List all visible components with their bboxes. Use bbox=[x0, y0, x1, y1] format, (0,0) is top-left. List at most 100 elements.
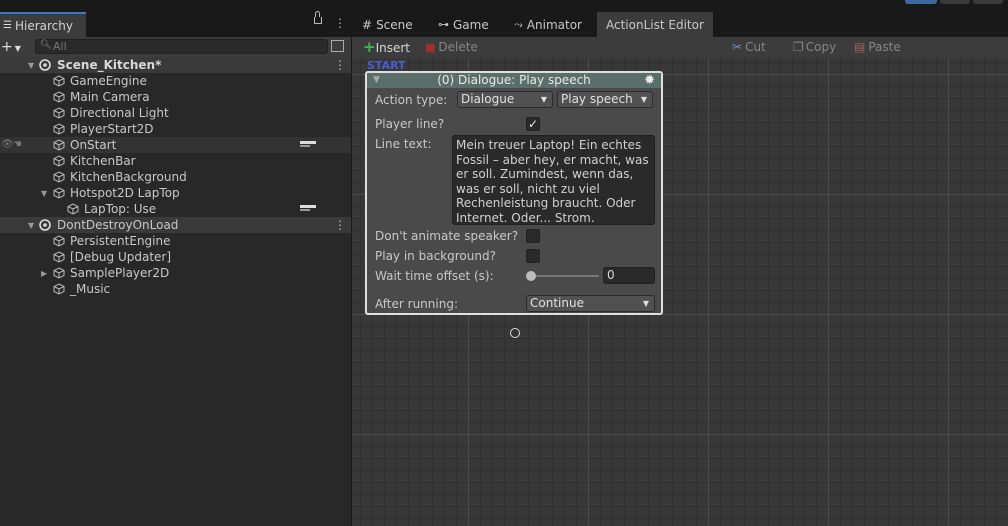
tree-row[interactable]: PlayerStart2D bbox=[0, 121, 351, 137]
gameobject-cube-icon bbox=[53, 155, 65, 167]
wait-offset-slider-knob[interactable] bbox=[526, 271, 536, 281]
after-running-value: Continue bbox=[530, 296, 584, 310]
paste-button[interactable]: ▤ Paste bbox=[854, 37, 901, 58]
line-text-label: Line text: bbox=[375, 137, 432, 151]
line-text-area[interactable]: Mein treuer Laptop! Ein echtes Fossil – … bbox=[452, 135, 655, 225]
tree-row[interactable]: LapTop: Use bbox=[0, 201, 351, 217]
tree-row[interactable]: ▼ Hotspot2D LapTop bbox=[0, 185, 351, 201]
tree-row-label: PersistentEngine bbox=[70, 234, 171, 248]
delete-button[interactable]: ■ Delete bbox=[425, 37, 478, 58]
lock-icon[interactable] bbox=[314, 11, 322, 24]
top-button[interactable] bbox=[940, 0, 970, 4]
action-name-dropdown[interactable]: Play speech ▼ bbox=[557, 91, 653, 108]
player-line-label: Player line? bbox=[375, 117, 445, 131]
cut-button[interactable]: ✂ Cut bbox=[732, 37, 766, 58]
visibility-eye-icon[interactable]: 👁︎ bbox=[1, 137, 14, 153]
search-options-icon[interactable] bbox=[331, 40, 344, 52]
tree-row[interactable]: [Debug Updater] bbox=[0, 249, 351, 265]
expand-arrow-icon[interactable]: ▼ bbox=[28, 58, 34, 74]
copy-button[interactable]: ❐ Copy bbox=[793, 37, 836, 58]
tree-row-label: KitchenBackground bbox=[70, 170, 187, 184]
tab-hierarchy[interactable]: ☰ Hierarchy bbox=[0, 12, 86, 37]
tree-row-scene[interactable]: ▼ Scene_Kitchen* ⋮ bbox=[0, 57, 351, 73]
tree-row[interactable]: KitchenBackground bbox=[0, 169, 351, 185]
tab-animator-label: Animator bbox=[526, 17, 582, 32]
tree-row-label: SamplePlayer2D bbox=[70, 266, 170, 280]
scene-kebab-icon[interactable]: ⋮ bbox=[334, 219, 346, 231]
player-line-checkbox[interactable]: ✓ bbox=[526, 117, 540, 131]
tree-row-label: Hotspot2D LapTop bbox=[70, 186, 180, 200]
action-node[interactable]: ▼ (0) Dialogue: Play speech ✹ Action typ… bbox=[365, 71, 663, 315]
tree-row[interactable]: PersistentEngine bbox=[0, 233, 351, 249]
tree-row[interactable]: KitchenBar bbox=[0, 153, 351, 169]
expand-arrow-icon[interactable]: ▼ bbox=[41, 186, 47, 202]
tab-hierarchy-label: Hierarchy bbox=[14, 18, 73, 33]
paste-label: Paste bbox=[868, 40, 901, 54]
hierarchy-tabbar: ☰ Hierarchy ⋮ bbox=[0, 11, 351, 37]
gameobject-cube-icon bbox=[53, 139, 65, 151]
tab-scene-label: Scene bbox=[376, 17, 413, 32]
action-category-value: Dialogue bbox=[461, 92, 515, 106]
tree-row-label: GameEngine bbox=[70, 74, 147, 88]
tab-animator[interactable]: ⤳ Animator bbox=[514, 12, 582, 37]
gear-icon[interactable]: ✹ bbox=[644, 73, 655, 88]
after-running-label: After running: bbox=[375, 297, 458, 311]
after-running-dropdown[interactable]: Continue ▼ bbox=[526, 295, 655, 312]
gameobject-cube-icon bbox=[53, 235, 65, 247]
hierarchy-search[interactable]: 🔍︎ bbox=[35, 39, 328, 54]
top-strip bbox=[0, 0, 1008, 12]
copy-icon: ❐ bbox=[793, 40, 804, 54]
tab-game[interactable]: ⊶ Game bbox=[438, 12, 489, 37]
tree-row-scene[interactable]: ▼ DontDestroyOnLoad ⋮ bbox=[0, 217, 351, 233]
search-input[interactable] bbox=[53, 40, 313, 53]
action-node-title: (0) Dialogue: Play speech bbox=[437, 73, 591, 87]
tree-row-label: OnStart bbox=[70, 138, 117, 152]
node-canvas[interactable]: START ▼ (0) Dialogue: Play speech ✹ Acti… bbox=[352, 58, 1008, 526]
tree-row[interactable]: Main Camera bbox=[0, 89, 351, 105]
actionlist-badge-icon bbox=[300, 205, 316, 211]
gameobject-cube-icon bbox=[53, 267, 65, 279]
tree-row[interactable]: ▶ SamplePlayer2D bbox=[0, 265, 351, 281]
search-icon: 🔍︎ bbox=[40, 40, 52, 50]
tab-actionlist-editor[interactable]: ActionList Editor bbox=[597, 12, 713, 37]
kebab-menu-icon[interactable]: ⋮ bbox=[334, 17, 346, 29]
gameobject-cube-icon bbox=[53, 75, 65, 87]
action-type-label: Action type: bbox=[375, 93, 448, 107]
insert-button[interactable]: +Insert bbox=[363, 37, 410, 58]
tree-row-label: _Music bbox=[70, 282, 111, 296]
tree-row-selected[interactable]: 👁︎ ☚ OnStart bbox=[0, 137, 351, 153]
scene-kebab-icon[interactable]: ⋮ bbox=[334, 59, 346, 71]
wait-offset-field[interactable]: 0 bbox=[603, 267, 655, 284]
tab-scene[interactable]: # Scene bbox=[362, 12, 413, 37]
action-name-value: Play speech bbox=[561, 92, 633, 106]
wait-offset-slider-track[interactable] bbox=[531, 275, 599, 277]
action-category-dropdown[interactable]: Dialogue ▼ bbox=[457, 91, 553, 108]
create-dropdown-button[interactable]: + ▼ bbox=[1, 38, 21, 58]
gameobject-cube-icon bbox=[53, 187, 65, 199]
tree-row[interactable]: _Music bbox=[0, 281, 351, 297]
insert-label: Insert bbox=[375, 41, 410, 55]
tree-row[interactable]: GameEngine bbox=[0, 73, 351, 89]
delete-icon: ■ bbox=[425, 41, 436, 54]
collapse-arrow-icon[interactable]: ▼ bbox=[373, 73, 380, 88]
gameobject-cube-icon bbox=[53, 123, 65, 135]
output-socket[interactable] bbox=[510, 328, 520, 338]
tree-row-label: Main Camera bbox=[70, 90, 150, 104]
pickable-hand-icon[interactable]: ☚ bbox=[13, 137, 22, 153]
animator-icon: ⤳ bbox=[514, 17, 523, 31]
play-background-checkbox[interactable] bbox=[526, 249, 540, 263]
chevron-down-icon: ▼ bbox=[640, 95, 647, 104]
tree-row-label: Scene_Kitchen* bbox=[57, 58, 162, 72]
gameobject-cube-icon bbox=[67, 203, 79, 215]
dont-animate-checkbox[interactable] bbox=[526, 229, 540, 243]
tree-row-label: DontDestroyOnLoad bbox=[57, 218, 179, 232]
top-button[interactable] bbox=[973, 0, 1003, 4]
paste-icon: ▤ bbox=[854, 40, 866, 54]
action-node-header[interactable]: ▼ (0) Dialogue: Play speech ✹ bbox=[367, 73, 661, 88]
collapse-arrow-icon[interactable]: ▶ bbox=[41, 266, 47, 282]
tree-row[interactable]: Directional Light bbox=[0, 105, 351, 121]
top-blue-button[interactable] bbox=[905, 0, 937, 4]
gameobject-cube-icon bbox=[53, 91, 65, 103]
hierarchy-toolbar: + ▼ 🔍︎ bbox=[0, 37, 351, 57]
expand-arrow-icon[interactable]: ▼ bbox=[28, 218, 34, 234]
